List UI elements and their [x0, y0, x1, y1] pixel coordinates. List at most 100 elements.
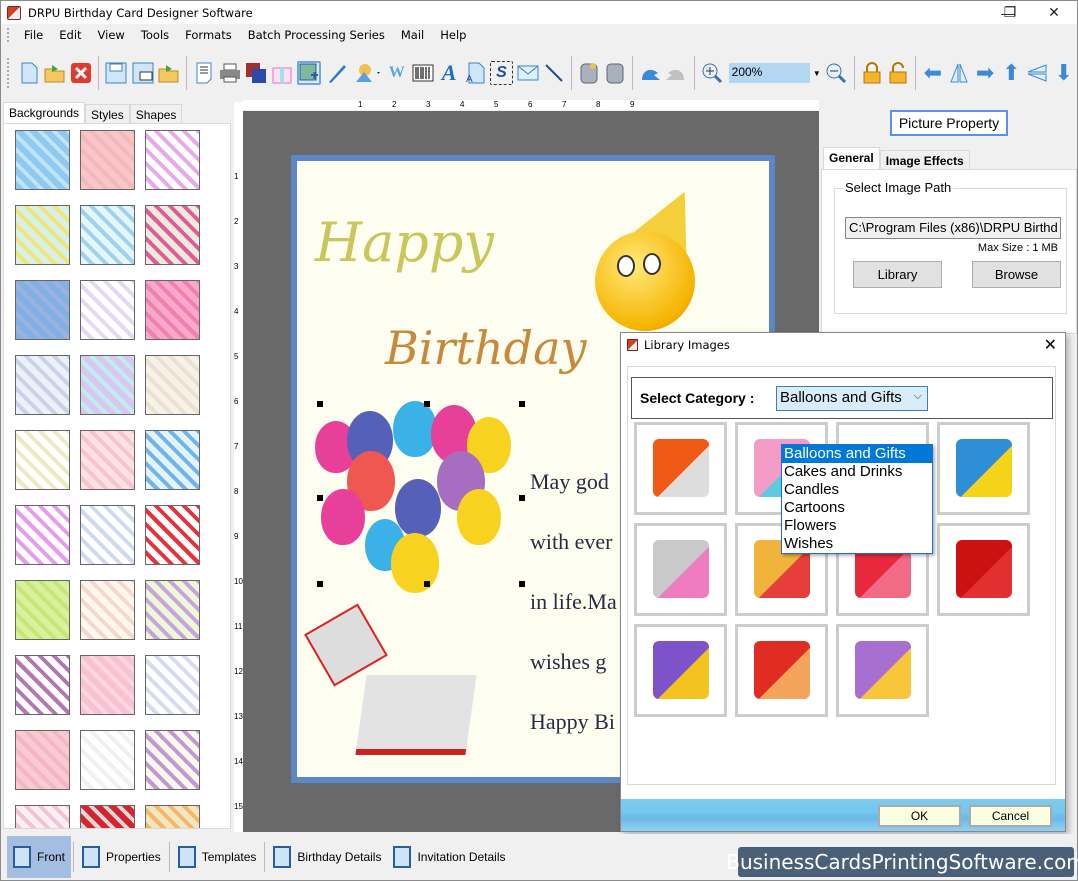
watermark-icon[interactable]: W	[386, 61, 408, 85]
save-as-icon[interactable]	[132, 61, 154, 85]
library-image-orange-gift-box[interactable]	[634, 422, 727, 515]
database-add-icon[interactable]	[578, 61, 600, 85]
card-message-line[interactable]: Happy Bi	[530, 709, 615, 735]
background-thumbnail-toys-scene[interactable]	[80, 205, 135, 265]
selection-handle[interactable]	[424, 581, 430, 587]
bottom-tab-templates[interactable]: Templates	[172, 836, 263, 878]
background-thumbnail-cream-cakes[interactable]	[80, 580, 135, 640]
card-message-line[interactable]: May god	[530, 469, 609, 495]
background-thumbnail-pink-cakes[interactable]	[145, 280, 200, 340]
browse-button[interactable]: Browse	[972, 261, 1061, 288]
new-icon[interactable]	[18, 61, 40, 85]
library-image-assorted-gifts[interactable]	[836, 624, 929, 717]
menu-formats[interactable]: Formats	[177, 28, 240, 42]
category-option[interactable]: Cakes and Drinks	[782, 463, 932, 481]
tab-styles[interactable]: Styles	[85, 104, 130, 124]
background-thumbnail-pastel-balloons[interactable]	[80, 280, 135, 340]
card-title-birthday[interactable]: Birthday	[385, 321, 586, 375]
ok-button[interactable]: OK	[878, 805, 961, 827]
shape-icon[interactable]	[352, 61, 382, 85]
background-thumbnail-cupcakes[interactable]	[15, 805, 70, 828]
background-thumbnail-gift-ribbons[interactable]	[145, 655, 200, 715]
bottom-tab-invitation-details[interactable]: Invitation Details	[387, 836, 511, 878]
mail-icon[interactable]	[517, 61, 539, 85]
background-thumbnail-pink-pattern[interactable]	[15, 730, 70, 790]
barcode-icon[interactable]	[412, 61, 434, 85]
signature-icon[interactable]: S	[490, 61, 513, 85]
selection-handle[interactable]	[519, 495, 525, 501]
selection-handle[interactable]	[424, 401, 430, 407]
gift-icon[interactable]	[271, 61, 293, 85]
category-select[interactable]: Balloons and Gifts ⌵	[776, 386, 928, 411]
smiley-image[interactable]	[595, 231, 695, 331]
save-icon[interactable]	[105, 61, 127, 85]
unlock-icon[interactable]	[887, 61, 909, 85]
background-thumbnail-purple-flowers[interactable]	[145, 730, 200, 790]
background-thumbnail-bubbles[interactable]	[15, 355, 70, 415]
selection-handle[interactable]	[317, 401, 323, 407]
restore-button[interactable]: ❐	[987, 1, 1033, 24]
menu-help[interactable]: Help	[432, 28, 474, 42]
move-up-icon[interactable]: ⬆	[1000, 60, 1022, 85]
background-thumbnail-rainbow-pastel[interactable]	[80, 355, 135, 415]
tab-image-effects[interactable]: Image Effects	[879, 150, 970, 171]
print-icon[interactable]	[219, 61, 241, 85]
zoom-dropdown-arrow[interactable]: ▼	[810, 69, 823, 78]
card-message-line[interactable]: in life.Ma	[530, 589, 617, 615]
background-thumbnail-bird-balloons[interactable]	[145, 205, 200, 265]
background-thumbnail-sprinkles[interactable]	[80, 730, 135, 790]
export-icon[interactable]	[158, 61, 180, 85]
card-message-line[interactable]: with ever	[530, 529, 612, 555]
background-thumbnail-confetti-green[interactable]	[145, 580, 200, 640]
category-option[interactable]: Candles	[782, 481, 932, 499]
move-right-icon[interactable]: ➡	[974, 60, 996, 85]
zoom-level-input[interactable]: 200%	[728, 63, 811, 83]
category-option[interactable]: Wishes	[782, 535, 932, 553]
category-option[interactable]: Flowers	[782, 517, 932, 535]
pen-icon[interactable]	[325, 61, 347, 85]
library-image-pink-silver-gift[interactable]	[634, 523, 727, 616]
background-thumbnail-green-stripes[interactable]	[15, 580, 70, 640]
library-image-red-balloons[interactable]	[937, 523, 1030, 616]
selection-handle[interactable]	[317, 581, 323, 587]
line-icon[interactable]	[543, 61, 565, 85]
background-thumbnail-pink-swirls[interactable]	[80, 655, 135, 715]
menu-mail[interactable]: Mail	[393, 28, 432, 42]
category-option[interactable]: Cartoons	[782, 499, 932, 517]
background-thumbnail-teddy-cream[interactable]	[145, 355, 200, 415]
background-thumbnail-pink-hearts-stripes[interactable]	[80, 430, 135, 490]
background-icon[interactable]	[245, 61, 267, 85]
undo-icon[interactable]	[639, 61, 661, 85]
text-icon[interactable]: A	[438, 60, 460, 85]
tab-general[interactable]: General	[823, 147, 880, 171]
library-image-colorful-balloon-bunch[interactable]	[634, 624, 727, 717]
image-path-field[interactable]: C:\Program Files (x86)\DRPU Birthd	[845, 217, 1061, 239]
background-thumbnail-pink-lace[interactable]	[80, 130, 135, 190]
text-document-icon[interactable]: A	[464, 61, 486, 85]
bottom-tab-front[interactable]: Front	[7, 836, 72, 878]
properties-icon[interactable]	[193, 61, 215, 85]
flip-vertical-icon[interactable]	[1026, 61, 1048, 85]
tab-backgrounds[interactable]: Backgrounds	[3, 102, 86, 124]
library-image-blue-open-gift[interactable]	[937, 422, 1030, 515]
selection-handle[interactable]	[519, 401, 525, 407]
flip-horizontal-icon[interactable]	[948, 61, 970, 85]
insert-image-icon[interactable]	[297, 61, 322, 85]
menu-edit[interactable]: Edit	[51, 28, 89, 42]
background-thumbnail-heart-outlines[interactable]	[15, 505, 70, 565]
close-file-icon[interactable]	[70, 61, 92, 85]
tab-shapes[interactable]: Shapes	[129, 104, 183, 124]
background-thumbnail-red-hearts[interactable]	[145, 505, 200, 565]
menu-file[interactable]: File	[16, 28, 51, 42]
cancel-button[interactable]: Cancel	[969, 805, 1052, 827]
selection-handle[interactable]	[317, 495, 323, 501]
card-title-happy[interactable]: Happy	[315, 211, 494, 274]
menu-tools[interactable]: Tools	[133, 28, 177, 42]
bottom-tab-properties[interactable]: Properties	[76, 836, 167, 878]
open-icon[interactable]	[44, 61, 66, 85]
redo-icon[interactable]	[665, 61, 687, 85]
zoom-in-icon[interactable]	[700, 61, 722, 85]
background-thumbnail-butterflies[interactable]	[145, 130, 200, 190]
balloons-gift-image[interactable]	[304, 399, 517, 769]
dialog-close-button[interactable]: ✕	[1044, 335, 1057, 355]
